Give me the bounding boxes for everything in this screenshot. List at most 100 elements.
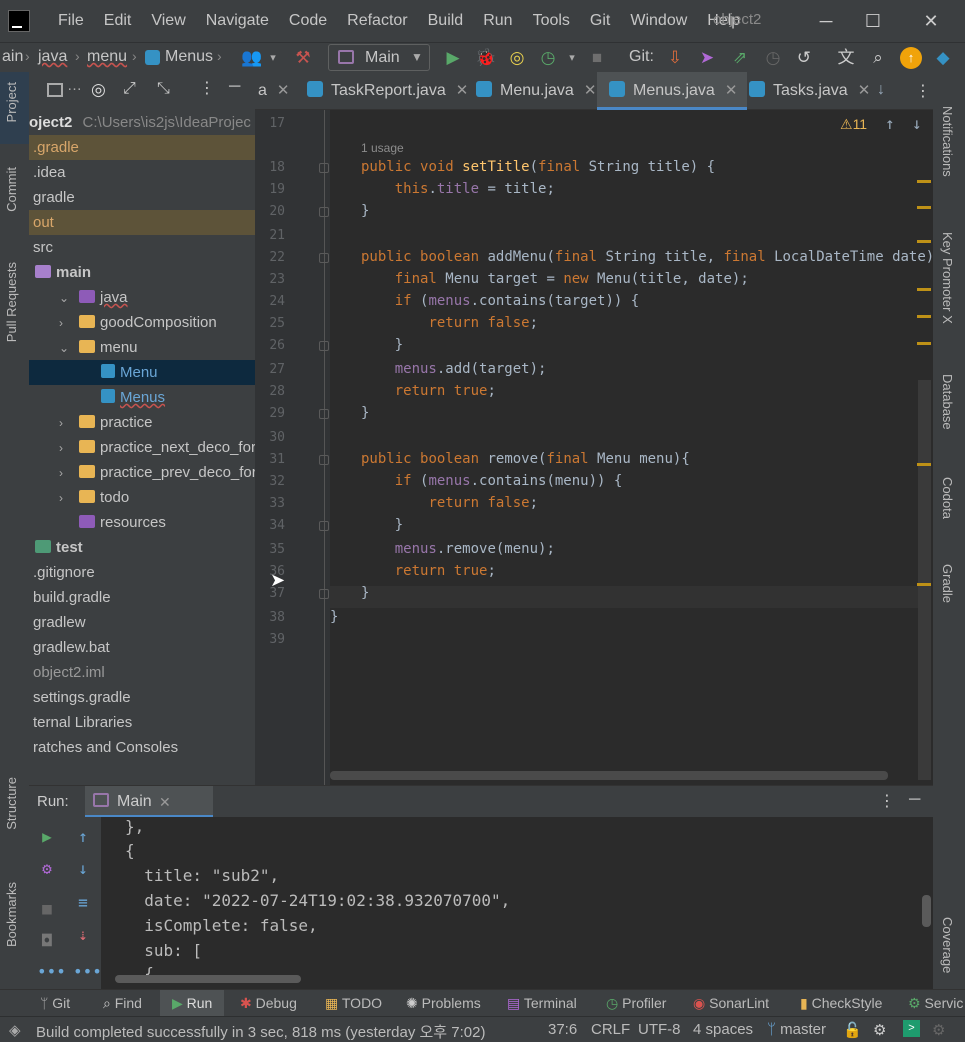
breadcrumb-module[interactable]: ain xyxy=(2,48,23,66)
close-tab-icon[interactable]: ✕ xyxy=(159,794,171,811)
close-tab-icon[interactable]: ✕ xyxy=(456,82,469,99)
tree-item-practice[interactable]: › practice xyxy=(29,410,255,435)
tree-item-practice-prev-deco-for[interactable]: › practice_prev_deco_for xyxy=(29,460,255,485)
codota-tool-tab[interactable]: Codota xyxy=(940,477,955,519)
code-line[interactable]: return true; xyxy=(361,383,496,399)
breadcrumb-menu[interactable]: menu xyxy=(87,48,127,66)
more-icon[interactable]: ••• xyxy=(73,962,102,982)
status-message[interactable]: Build completed successfully in 3 sec, 8… xyxy=(36,1021,485,1042)
more-icon[interactable]: ••• xyxy=(37,962,66,982)
chevron-right-icon[interactable]: › xyxy=(59,436,71,461)
expand-all-icon[interactable]: ⤢ xyxy=(123,80,136,98)
git-commit-icon[interactable]: ➤ xyxy=(696,47,718,69)
tree-item-menu[interactable]: Menu xyxy=(29,360,255,385)
console-vertical-scrollbar[interactable] xyxy=(922,895,931,927)
minimize-icon[interactable]: ─ xyxy=(813,8,839,34)
code-line[interactable]: } xyxy=(361,517,403,533)
warning-marker[interactable] xyxy=(917,583,931,586)
menu-git[interactable]: Git xyxy=(590,12,610,30)
project-root[interactable]: oject2 C:\Users\is2js\IdeaProjec xyxy=(29,110,255,135)
camera-icon[interactable]: ◘ xyxy=(37,931,57,951)
code-line[interactable]: public void setTitle(final String title)… xyxy=(361,159,715,175)
code-line[interactable]: } xyxy=(330,609,338,625)
chevron-right-icon[interactable]: › xyxy=(59,486,71,511)
git-branch-widget[interactable]: ᛘ master xyxy=(767,1021,826,1038)
project-tool-tab[interactable]: Project xyxy=(4,82,19,122)
stop-icon[interactable]: ■ xyxy=(586,47,608,69)
code-line[interactable]: if (menus.contains(target)) { xyxy=(361,293,639,309)
menu-view[interactable]: View xyxy=(151,12,185,30)
tree-item-gradle[interactable]: gradle xyxy=(29,185,255,210)
code-line[interactable]: return true; xyxy=(361,563,496,579)
fold-toggle-icon[interactable] xyxy=(319,409,329,419)
run-options-icon[interactable]: ⋮ xyxy=(879,791,895,811)
run-tab-main[interactable]: Main ✕ xyxy=(85,786,213,818)
profiler-tool-button[interactable]: ◷ Profiler xyxy=(606,995,666,1012)
prev-highlight-icon[interactable]: ↑ xyxy=(885,114,895,133)
debug-tool-button[interactable]: ✱ Debug xyxy=(240,995,297,1012)
chevron-down-icon[interactable]: ⌄ xyxy=(59,336,71,361)
tree-item-java[interactable]: ⌄ java xyxy=(29,285,255,310)
tree-item-test[interactable]: test xyxy=(29,535,255,560)
warning-marker[interactable] xyxy=(917,463,931,466)
close-tab-icon[interactable]: ✕ xyxy=(277,82,290,99)
run-configuration-select[interactable]: Main ▼ xyxy=(328,44,430,71)
chevron-down-icon[interactable]: ⌄ xyxy=(59,286,71,311)
tab-options-icon[interactable]: ⋮ xyxy=(915,81,931,101)
arrow-down-icon[interactable]: ↓ xyxy=(877,81,885,99)
fold-toggle-icon[interactable] xyxy=(319,341,329,351)
bookmarks-tool-tab[interactable]: Bookmarks xyxy=(4,882,19,947)
profiler-icon[interactable]: ◷ xyxy=(537,47,559,69)
update-icon[interactable]: ↑ xyxy=(900,47,922,69)
tab-taskreport[interactable]: TaskReport.java ✕ xyxy=(307,72,468,110)
tree-item-gradlew-bat[interactable]: gradlew.bat xyxy=(29,635,255,660)
code-line[interactable]: if (menus.contains(menu)) { xyxy=(361,473,623,489)
code-line[interactable]: return false; xyxy=(361,495,538,511)
maximize-icon[interactable]: ☐ xyxy=(860,8,886,34)
tab-menus[interactable]: Menus.java ✕ xyxy=(597,72,748,110)
menu-run[interactable]: Run xyxy=(483,12,512,30)
code-line[interactable]: public boolean addMenu(final String titl… xyxy=(361,249,933,265)
tree-item-settings-gradle[interactable]: settings.gradle xyxy=(29,685,255,710)
tree-item-src[interactable]: src xyxy=(29,235,255,260)
run-tool-button[interactable]: ▶ Run xyxy=(160,990,225,1016)
database-tool-tab[interactable]: Database xyxy=(940,374,955,430)
hide-panel-icon[interactable]: ─ xyxy=(909,791,920,809)
git-tool-button[interactable]: ᛘ Git xyxy=(40,995,70,1011)
code-line[interactable]: } xyxy=(361,203,369,219)
run-icon[interactable]: ▶ xyxy=(442,47,464,69)
inspection-gear-icon[interactable]: ⚙ xyxy=(873,1021,886,1039)
warning-marker[interactable] xyxy=(917,342,931,345)
tree-item-idea[interactable]: .idea xyxy=(29,160,255,185)
menu-refactor[interactable]: Refactor xyxy=(347,12,407,30)
hide-panel-icon[interactable]: ─ xyxy=(229,78,240,96)
fold-toggle-icon[interactable] xyxy=(319,589,329,599)
close-tab-icon[interactable]: ✕ xyxy=(725,82,738,99)
tree-item-menu[interactable]: ⌄ menu xyxy=(29,335,255,360)
breadcrumb-java[interactable]: java xyxy=(38,48,67,66)
code-with-me-icon[interactable]: ◆ xyxy=(932,47,954,69)
menu-edit[interactable]: Edit xyxy=(104,12,132,30)
build-hammer-icon[interactable]: ⚒ xyxy=(292,47,314,69)
pull-requests-tool-tab[interactable]: Pull Requests xyxy=(4,262,19,342)
tree-item-menus[interactable]: Menus xyxy=(29,385,255,410)
lock-icon[interactable]: 🔓 xyxy=(843,1021,862,1039)
code-editor[interactable]: ⚠11 ↑ ↓ 1 usage 17 18 public void setTitle… xyxy=(255,110,933,785)
services-tool-button[interactable]: ⚙ Servic xyxy=(908,995,963,1012)
fold-toggle-icon[interactable] xyxy=(319,253,329,263)
gradle-tool-tab[interactable]: Gradle xyxy=(940,564,955,603)
tree-item-object2-iml[interactable]: object2.iml xyxy=(29,660,255,685)
run-console[interactable]: ▶ ↑ ⚙ ↓ ■ ≡ ◘ ⇣ ••• ••• }, { title: "sub2… xyxy=(29,817,933,989)
rerun-icon[interactable]: ▶ xyxy=(37,827,57,847)
code-line[interactable]: menus.remove(menu); xyxy=(361,541,555,557)
tree-item-todo[interactable]: › todo xyxy=(29,485,255,510)
close-window-icon[interactable]: ✕ xyxy=(918,8,944,34)
tree-item-ratches-and-consoles[interactable]: ratches and Consoles xyxy=(29,735,255,760)
tree-item-goodcomposition[interactable]: › goodComposition xyxy=(29,310,255,335)
tab-truncated[interactable]: a ✕ xyxy=(258,72,289,110)
menu-navigate[interactable]: Navigate xyxy=(206,12,269,30)
code-line[interactable]: menus.add(target); xyxy=(361,361,547,377)
tree-item-gradlew[interactable]: gradlew xyxy=(29,610,255,635)
warning-marker[interactable] xyxy=(917,180,931,183)
coverage-icon[interactable]: ◎ xyxy=(506,47,528,69)
